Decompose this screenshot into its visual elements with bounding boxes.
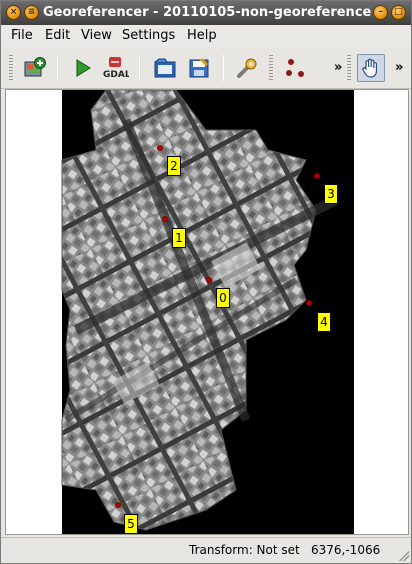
map-canvas[interactable]: 0 1 2 3 4 5	[5, 89, 409, 535]
toolbar-overflow-chevron[interactable]: »	[334, 60, 342, 75]
play-icon	[76, 59, 91, 77]
toolbar: GDAL » »	[1, 47, 411, 89]
menu-edit[interactable]: Edit	[45, 28, 70, 43]
start-georeferencing-button[interactable]	[69, 54, 97, 82]
wrench-icon	[237, 58, 257, 78]
cursor-coordinates: 6376,-1066	[311, 543, 381, 557]
resize-grip[interactable]	[399, 551, 409, 561]
window-title: Georeferencer - 20110105-non-georeferenc…	[43, 5, 371, 20]
gdal-script-icon: GDAL	[103, 57, 129, 80]
georeferencer-window: × ≡ Georeferencer - 20110105-non-georefe…	[0, 0, 412, 564]
toolbar-overflow-chevron-2[interactable]: »	[395, 60, 403, 75]
save-gcp-icon	[189, 57, 209, 78]
menu-file[interactable]: File	[11, 28, 33, 43]
svg-text:GDAL: GDAL	[103, 70, 129, 80]
open-raster-button[interactable]	[21, 54, 49, 82]
gcp-label-3: 3	[324, 184, 338, 204]
add-point-icon	[286, 59, 304, 77]
gcp-label-5: 5	[124, 514, 138, 534]
gcp-point-4[interactable]	[306, 300, 312, 306]
menu-view[interactable]: View	[81, 28, 112, 43]
maximize-window-icon[interactable]: □	[391, 5, 406, 20]
open-raster-icon	[24, 57, 46, 77]
generate-gdal-script-button[interactable]: GDAL	[101, 54, 129, 82]
transform-status: Transform: Not set	[189, 543, 300, 557]
toolbar-separator	[223, 55, 224, 81]
gcp-point-1[interactable]	[162, 216, 168, 222]
minimize-window-icon[interactable]: –	[373, 5, 388, 20]
gcp-label-2: 2	[167, 156, 181, 176]
toolbar-grip[interactable]	[269, 55, 273, 81]
title-bar[interactable]: × ≡ Georeferencer - 20110105-non-georefe…	[1, 1, 411, 25]
gcp-point-3[interactable]	[314, 173, 320, 179]
hand-pan-icon	[362, 58, 377, 78]
aerial-raster-image	[61, 90, 339, 531]
status-bar: Transform: Not set 6376,-1066	[1, 537, 411, 563]
gcp-label-4: 4	[317, 312, 331, 332]
toolbar-separator	[139, 55, 140, 81]
close-window-icon[interactable]: ×	[6, 5, 21, 20]
load-gcp-icon	[154, 58, 176, 78]
pan-button[interactable]	[357, 54, 385, 82]
menu-bar: File Edit View Settings Help	[1, 25, 411, 47]
menu-settings[interactable]: Settings	[122, 28, 175, 43]
toolbar-separator	[57, 55, 58, 81]
toolbar-grip[interactable]	[347, 55, 351, 81]
window-menu-icon[interactable]: ≡	[24, 5, 39, 20]
load-gcp-points-button[interactable]	[151, 54, 179, 82]
gcp-point-5[interactable]	[115, 502, 121, 508]
gcp-label-0: 0	[216, 288, 230, 308]
save-gcp-points-button[interactable]	[185, 54, 213, 82]
transformation-settings-button[interactable]	[233, 54, 261, 82]
gcp-point-2[interactable]	[157, 145, 163, 151]
menu-help[interactable]: Help	[187, 28, 217, 43]
gcp-point-0[interactable]	[206, 277, 212, 283]
gcp-label-1: 1	[172, 228, 186, 248]
add-point-button[interactable]	[281, 54, 309, 82]
toolbar-grip[interactable]	[9, 55, 13, 81]
raster-mosaic	[61, 90, 317, 531]
